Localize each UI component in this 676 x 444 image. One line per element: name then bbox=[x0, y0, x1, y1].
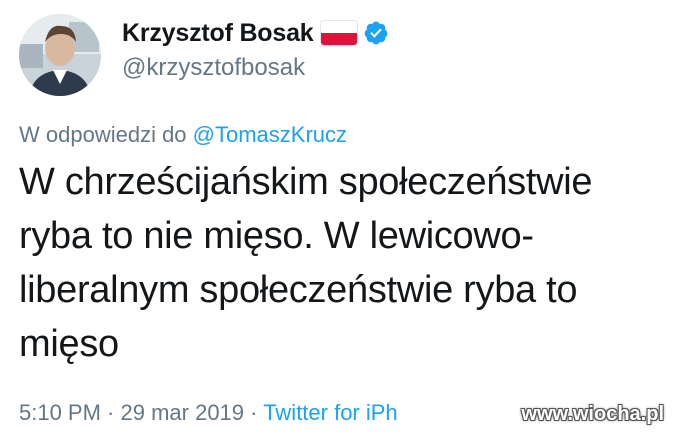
verified-badge-icon bbox=[363, 20, 389, 46]
avatar[interactable] bbox=[19, 14, 101, 96]
meta-separator: · bbox=[100, 400, 121, 425]
tweet-text: W chrześcijańskim społeczeństwie ryba to… bbox=[19, 161, 593, 365]
tweet-metadata: 5:10 PM · 29 mar 2019 · Twitter for iPh bbox=[19, 400, 398, 426]
tweet-time[interactable]: 5:10 PM bbox=[19, 400, 101, 425]
tweet-source-link[interactable]: Twitter for iPh bbox=[263, 400, 397, 425]
tweet-card: Krzysztof Bosak @krzysztofbosak W odpowi… bbox=[0, 0, 676, 444]
reply-prefix: W odpowiedzi do bbox=[19, 122, 193, 147]
meta-separator: · bbox=[244, 400, 264, 425]
author-display-name[interactable]: Krzysztof Bosak bbox=[122, 19, 314, 48]
author-name-row: Krzysztof Bosak bbox=[122, 15, 389, 51]
reply-mention-link[interactable]: @TomaszKrucz bbox=[193, 122, 347, 147]
reply-context: W odpowiedzi do @TomaszKrucz bbox=[19, 122, 347, 148]
watermark: www.wiocha.pl bbox=[515, 403, 664, 426]
poland-flag-icon bbox=[320, 21, 357, 45]
tweet-date[interactable]: 29 mar 2019 bbox=[121, 400, 245, 425]
author-handle[interactable]: @krzysztofbosak bbox=[122, 54, 305, 82]
